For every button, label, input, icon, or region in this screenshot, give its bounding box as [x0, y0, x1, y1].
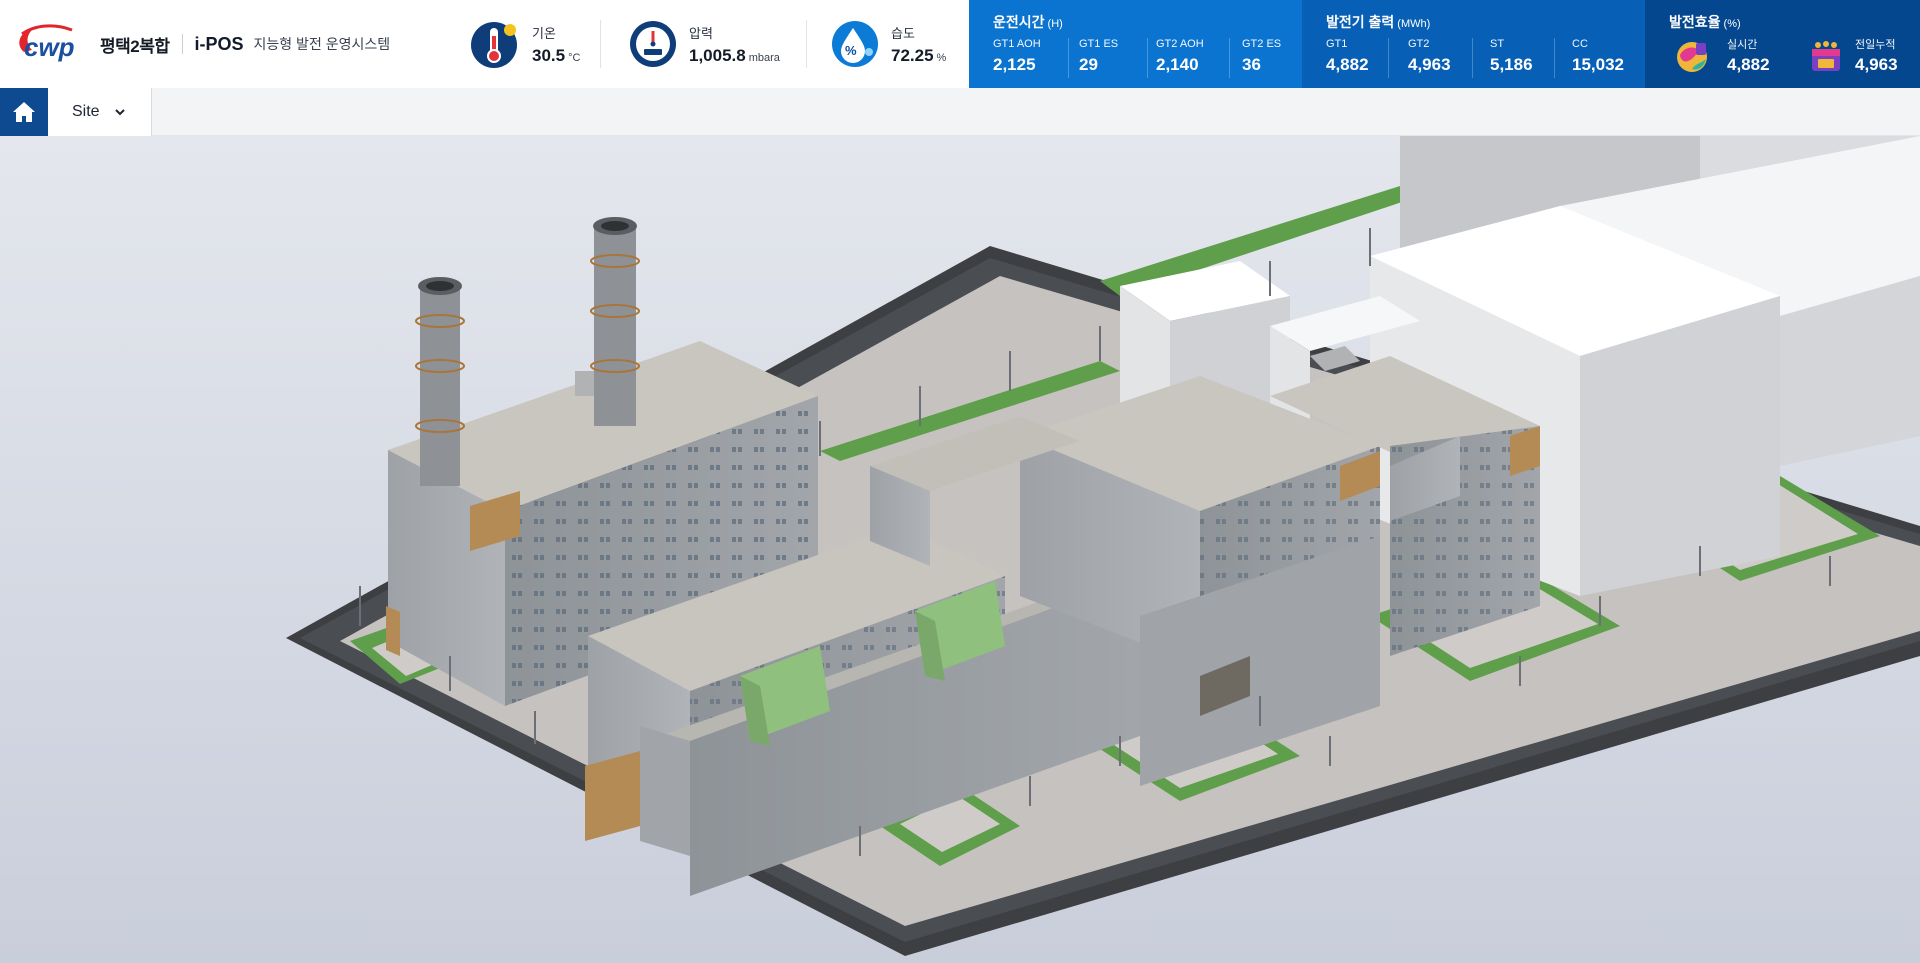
metric-label: GT2 — [1408, 38, 1430, 50]
temperature-widget: 기온 30.5 °C — [470, 16, 580, 72]
metric-value: 4,963 — [1408, 55, 1451, 74]
operating-hours-title: 운전시간 — [993, 14, 1045, 30]
metric-value: 15,032 — [1572, 55, 1624, 74]
metric-value: 36 — [1242, 55, 1261, 74]
efficiency-unit: (%) — [1723, 18, 1741, 30]
metric-label: GT1 — [1326, 38, 1348, 50]
divider — [806, 20, 807, 68]
pressure-widget: 압력 1,005.8 mbara — [627, 16, 780, 72]
gauge-icon — [630, 21, 676, 67]
humidity-drop-icon: % — [832, 21, 878, 67]
brand-divider — [181, 34, 183, 54]
plant-3d-viewport[interactable] — [0, 136, 1920, 963]
efficiency-panel: 발전효율 (%) 실시간 4,882 전일누적 4,963 — [1645, 0, 1920, 88]
humidity-unit: % — [936, 51, 947, 64]
humidity-value: 72.25 — [891, 45, 934, 65]
operating-hours-unit: (H) — [1047, 18, 1063, 30]
metric-value: 4,882 — [1727, 55, 1770, 74]
metric-label: GT1 AOH — [993, 38, 1041, 50]
humidity-widget: % 습도 72.25% — [829, 16, 946, 72]
svg-text:cwp: cwp — [24, 32, 75, 62]
metric-label: GT2 AOH — [1156, 38, 1204, 50]
product-name: i-POS — [194, 33, 244, 54]
divider — [1229, 38, 1230, 78]
site-dropdown-label: Site — [72, 103, 100, 120]
metric-st: ST 5,186 — [1490, 38, 1533, 78]
metric-gt1-es: GT1 ES 29 — [1079, 38, 1118, 78]
pressure-unit: mbara — [748, 51, 780, 64]
operating-hours-panel: 운전시간 (H) GT1 AOH 2,125 GT1 ES 29 GT2 AOH … — [969, 0, 1302, 88]
realtime-globe-icon — [1677, 42, 1707, 72]
site-dropdown[interactable]: Site — [48, 88, 152, 136]
cwp-logo: cwp — [19, 24, 75, 62]
divider — [1388, 38, 1389, 78]
metric-label: 전일누적 — [1855, 39, 1896, 51]
temperature-value: 30.5 — [532, 45, 566, 65]
metric-value: 2,125 — [993, 55, 1036, 74]
metric-label: ST — [1490, 38, 1505, 50]
metric-prev-day: 전일누적 4,963 — [1855, 36, 1898, 76]
metric-value: 5,186 — [1490, 55, 1533, 74]
metric-realtime: 실시간 4,882 — [1727, 36, 1770, 76]
brand: cwp 평택2복합 i-POS 지능형 발전 운영시스템 — [14, 22, 390, 66]
navigation-bar: Site — [0, 88, 1920, 136]
svg-text:%: % — [845, 43, 857, 58]
metric-value: 4,963 — [1855, 55, 1898, 74]
metric-gt2-aoh: GT2 AOH 2,140 — [1156, 38, 1204, 78]
divider — [1472, 38, 1473, 78]
generator-output-panel: 발전기 출력 (MWh) GT1 4,882 GT2 4,963 ST 5,186… — [1302, 0, 1645, 88]
divider — [1554, 38, 1555, 78]
thermometer-icon — [471, 22, 517, 68]
efficiency-title: 발전효율 — [1669, 14, 1721, 30]
metric-gt2-es: GT2 ES 36 — [1242, 38, 1281, 78]
generator-output-unit: (MWh) — [1397, 18, 1431, 30]
metric-value: 29 — [1079, 55, 1098, 74]
home-button[interactable] — [0, 88, 48, 136]
metric-gt1: GT1 4,882 — [1326, 38, 1369, 78]
chevron-down-icon — [114, 109, 125, 116]
metric-label: 실시간 — [1727, 39, 1758, 51]
metric-label: GT1 ES — [1079, 38, 1119, 50]
temperature-label: 기온 — [532, 25, 556, 41]
metric-gt2: GT2 4,963 — [1408, 38, 1451, 78]
metric-label: GT2 ES — [1242, 38, 1282, 50]
pressure-value: 1,005.8 — [689, 45, 746, 65]
humidity-label: 습도 — [891, 25, 915, 41]
calendar-accumulated-icon — [1812, 41, 1840, 71]
metric-gt1-aoh: GT1 AOH 2,125 — [993, 38, 1041, 78]
divider — [600, 20, 601, 68]
metric-value: 2,140 — [1156, 55, 1199, 74]
pressure-label: 압력 — [689, 25, 713, 41]
header: cwp 평택2복합 i-POS 지능형 발전 운영시스템 기온 30.5°C — [0, 0, 1920, 88]
plant-name: 평택2복합 — [100, 36, 170, 56]
metric-cc: CC 15,032 — [1572, 38, 1624, 78]
metric-label: CC — [1572, 38, 1588, 50]
divider — [1147, 38, 1148, 78]
generator-output-title: 발전기 출력 — [1326, 14, 1395, 30]
divider — [1068, 38, 1069, 78]
power-plant-3d-model[interactable] — [0, 136, 1920, 963]
temperature-unit: °C — [568, 51, 581, 64]
home-icon — [13, 102, 35, 122]
product-description: 지능형 발전 운영시스템 — [253, 36, 391, 52]
metric-value: 4,882 — [1326, 55, 1369, 74]
